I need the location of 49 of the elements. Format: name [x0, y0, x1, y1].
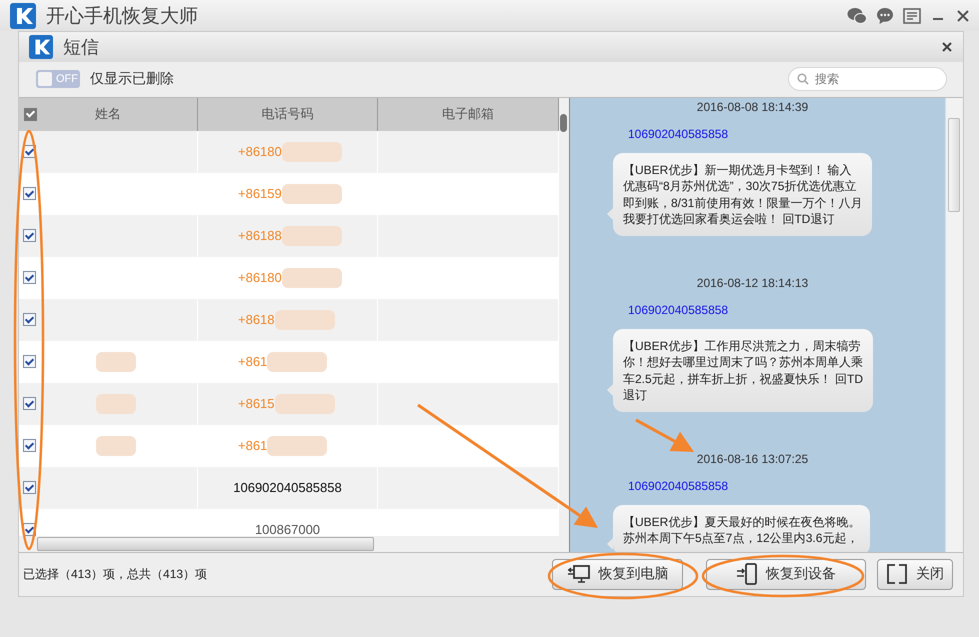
- checkbox[interactable]: [23, 271, 36, 284]
- wechat-icon[interactable]: [847, 6, 867, 24]
- phone-number: +86180: [238, 270, 282, 286]
- close-icon[interactable]: [955, 8, 971, 24]
- vertical-scrollbar[interactable]: [945, 98, 962, 552]
- checkbox[interactable]: [23, 187, 36, 200]
- app-logo-icon: [10, 2, 36, 28]
- close-icon[interactable]: [941, 40, 953, 53]
- column-header[interactable]: 姓名: [95, 105, 121, 124]
- checkbox[interactable]: [23, 397, 36, 410]
- filter-label: 仅显示已删除: [90, 70, 175, 88]
- chat-icon[interactable]: [876, 6, 894, 24]
- phone-number: 100867000: [254, 522, 320, 536]
- sender-number: 106902040585858: [628, 126, 728, 141]
- select-all-checkbox[interactable]: [24, 108, 37, 121]
- checkbox[interactable]: [23, 481, 36, 494]
- sender-number: 106902040585858: [628, 478, 728, 493]
- checkbox[interactable]: [23, 313, 36, 326]
- search-icon: [797, 73, 809, 86]
- app-title: 开心手机恢复大师: [46, 4, 199, 28]
- phone-number: +8615: [238, 396, 275, 412]
- phone-number: +861: [238, 438, 268, 454]
- sender-number: 106902040585858: [628, 302, 728, 317]
- checkbox[interactable]: [23, 229, 36, 242]
- column-header[interactable]: 电子邮箱: [442, 105, 494, 124]
- phone-number: +86159: [238, 186, 282, 202]
- phone-number: +86188: [238, 228, 282, 244]
- close-button[interactable]: 关闭: [877, 558, 953, 590]
- dialog-title: 短信: [63, 36, 100, 59]
- message-time: 2016-08-12 18:14:13: [696, 276, 808, 290]
- selection-status: 已选择（413）项，总共（413）项: [23, 566, 208, 583]
- checkbox[interactable]: [23, 355, 36, 368]
- monitor-icon: [566, 564, 590, 584]
- menu-icon[interactable]: [903, 8, 921, 24]
- column-header[interactable]: 电话号码: [262, 105, 314, 124]
- annotation-arrow: [635, 418, 694, 452]
- restore-to-computer-button[interactable]: 恢复到电脑: [552, 558, 683, 590]
- restore-to-device-button[interactable]: 恢复到设备: [706, 558, 866, 590]
- phone-number: +86180: [238, 144, 282, 160]
- checkbox[interactable]: [23, 439, 36, 452]
- exit-icon: [886, 563, 908, 586]
- app-logo-icon: [29, 34, 53, 59]
- message-time: 2016-08-16 13:07:25: [696, 452, 808, 466]
- phone-number: +861: [238, 354, 268, 370]
- message-time: 2016-08-08 18:14:39: [696, 100, 808, 114]
- search-field[interactable]: 搜索: [788, 67, 947, 92]
- phone-icon: [736, 563, 758, 586]
- phone-number: +8618: [238, 312, 275, 328]
- phone-number: 106902040585858: [233, 480, 342, 496]
